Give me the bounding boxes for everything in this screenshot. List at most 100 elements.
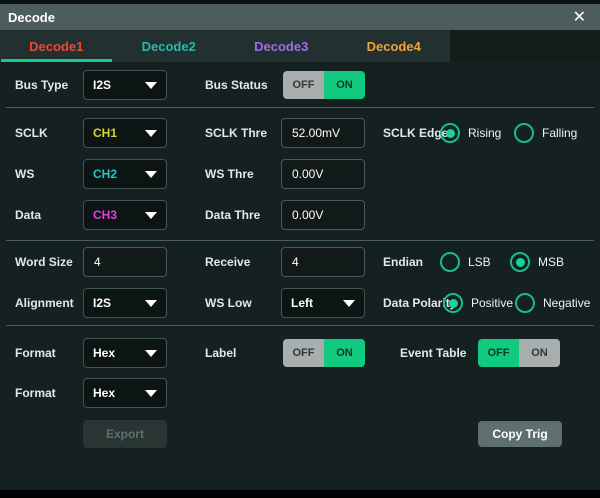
chevron-down-icon [145, 390, 157, 397]
tab-decode1-label: Decode1 [29, 39, 83, 54]
chevron-down-icon [145, 82, 157, 89]
data-polarity-negative-radio[interactable]: Negative [515, 288, 590, 318]
bus-type-dropdown[interactable]: I2S [83, 70, 167, 100]
format-bus-value: Hex [93, 346, 115, 360]
ws-thre-label: WS Thre [205, 159, 254, 189]
format-line-dropdown[interactable]: Hex [83, 378, 167, 408]
radio-icon [514, 123, 534, 143]
decode-dialog: Decode ✕ Decode1 Decode2 Decode3 Decode4… [0, 0, 600, 498]
row-format-line: Format Hex [0, 378, 600, 408]
ws-low-value: Left [291, 296, 313, 310]
endian-msb-radio[interactable]: MSB [510, 247, 564, 277]
alignment-label: Alignment [15, 288, 74, 318]
sclk-label: SCLK [15, 118, 48, 148]
row-data: Data CH3 Data Thre 0.00V [0, 200, 600, 230]
receive-value: 4 [292, 255, 299, 269]
ws-channel-value: CH2 [93, 167, 117, 181]
event-table-on-option[interactable]: ON [519, 339, 560, 367]
bus-status-on-option[interactable]: ON [324, 71, 365, 99]
ws-low-dropdown[interactable]: Left [281, 288, 365, 318]
tab-decode3[interactable]: Decode3 [225, 30, 338, 62]
export-button[interactable]: Export [83, 420, 167, 448]
divider [6, 325, 594, 326]
data-channel-dropdown[interactable]: CH3 [83, 200, 167, 230]
label-toggle[interactable]: OFF ON [283, 339, 365, 367]
ws-label: WS [15, 159, 34, 189]
close-icon[interactable]: ✕ [569, 4, 590, 30]
data-thre-value: 0.00V [292, 208, 323, 222]
radio-icon [510, 252, 530, 272]
row-ws: WS CH2 WS Thre 0.00V [0, 159, 600, 189]
word-size-input[interactable]: 4 [83, 247, 167, 277]
format-bus-label: Format [15, 338, 56, 368]
chevron-down-icon [145, 130, 157, 137]
label-on-option[interactable]: ON [324, 339, 365, 367]
data-polarity-negative-label: Negative [543, 296, 590, 310]
row-alignment: Alignment I2S WS Low Left Data Polarity … [0, 288, 600, 318]
sclk-channel-dropdown[interactable]: CH1 [83, 118, 167, 148]
word-size-value: 4 [94, 255, 101, 269]
endian-lsb-label: LSB [468, 255, 491, 269]
row-format-label: Format Hex Label OFF ON Event Table OFF … [0, 338, 600, 368]
tab-decode4[interactable]: Decode4 [338, 30, 451, 62]
bus-status-toggle[interactable]: OFF ON [283, 71, 365, 99]
bus-status-label: Bus Status [205, 70, 268, 100]
sclk-edge-rising-radio[interactable]: Rising [440, 118, 501, 148]
row-buttons: Export Copy Trig [0, 420, 600, 448]
chevron-down-icon [145, 350, 157, 357]
ws-thre-input[interactable]: 0.00V [281, 159, 365, 189]
copy-trig-button[interactable]: Copy Trig [478, 421, 562, 447]
ws-low-label: WS Low [205, 288, 252, 318]
data-polarity-positive-radio[interactable]: Positive [443, 288, 513, 318]
chevron-down-icon [343, 300, 355, 307]
data-thre-input[interactable]: 0.00V [281, 200, 365, 230]
sclk-edge-label: SCLK Edge [383, 118, 448, 148]
alignment-value: I2S [93, 296, 111, 310]
sclk-channel-value: CH1 [93, 126, 117, 140]
label-toggle-label: Label [205, 338, 236, 368]
tab-bar: Decode1 Decode2 Decode3 Decode4 [0, 30, 600, 62]
divider [6, 107, 594, 108]
event-table-toggle[interactable]: OFF ON [478, 339, 560, 367]
data-polarity-positive-label: Positive [471, 296, 513, 310]
row-sclk: SCLK CH1 SCLK Thre 52.00mV SCLK Edge Ris… [0, 118, 600, 148]
tab-decode1[interactable]: Decode1 [0, 30, 113, 62]
tab-decode3-label: Decode3 [254, 39, 308, 54]
alignment-dropdown[interactable]: I2S [83, 288, 167, 318]
row-bus: Bus Type I2S Bus Status OFF ON [0, 70, 600, 100]
tab-decode2-label: Decode2 [142, 39, 196, 54]
bottom-edge-strip [0, 490, 600, 498]
ws-channel-dropdown[interactable]: CH2 [83, 159, 167, 189]
data-thre-label: Data Thre [205, 200, 260, 230]
radio-icon [515, 293, 535, 313]
chevron-down-icon [145, 212, 157, 219]
tab-decode4-label: Decode4 [367, 39, 421, 54]
endian-lsb-radio[interactable]: LSB [440, 247, 491, 277]
word-size-label: Word Size [15, 247, 73, 277]
bus-type-value: I2S [93, 78, 111, 92]
event-table-label: Event Table [400, 338, 466, 368]
sclk-edge-rising-label: Rising [468, 126, 501, 140]
format-line-label: Format [15, 378, 56, 408]
chevron-down-icon [145, 171, 157, 178]
ws-thre-value: 0.00V [292, 167, 323, 181]
label-off-option[interactable]: OFF [283, 339, 324, 367]
tab-strip: Decode1 Decode2 Decode3 Decode4 [0, 30, 450, 62]
radio-icon [440, 252, 460, 272]
endian-msb-label: MSB [538, 255, 564, 269]
tab-decode2[interactable]: Decode2 [113, 30, 226, 62]
sclk-thre-input[interactable]: 52.00mV [281, 118, 365, 148]
bus-status-off-option[interactable]: OFF [283, 71, 324, 99]
dialog-titlebar: Decode ✕ [0, 4, 600, 30]
bus-type-label: Bus Type [15, 70, 68, 100]
sclk-edge-falling-radio[interactable]: Falling [514, 118, 577, 148]
sclk-edge-falling-label: Falling [542, 126, 577, 140]
divider [6, 240, 594, 241]
receive-input[interactable]: 4 [281, 247, 365, 277]
receive-label: Receive [205, 247, 250, 277]
format-line-value: Hex [93, 386, 115, 400]
active-tab-underline [1, 59, 112, 62]
sclk-thre-value: 52.00mV [292, 126, 340, 140]
format-bus-dropdown[interactable]: Hex [83, 338, 167, 368]
event-table-off-option[interactable]: OFF [478, 339, 519, 367]
